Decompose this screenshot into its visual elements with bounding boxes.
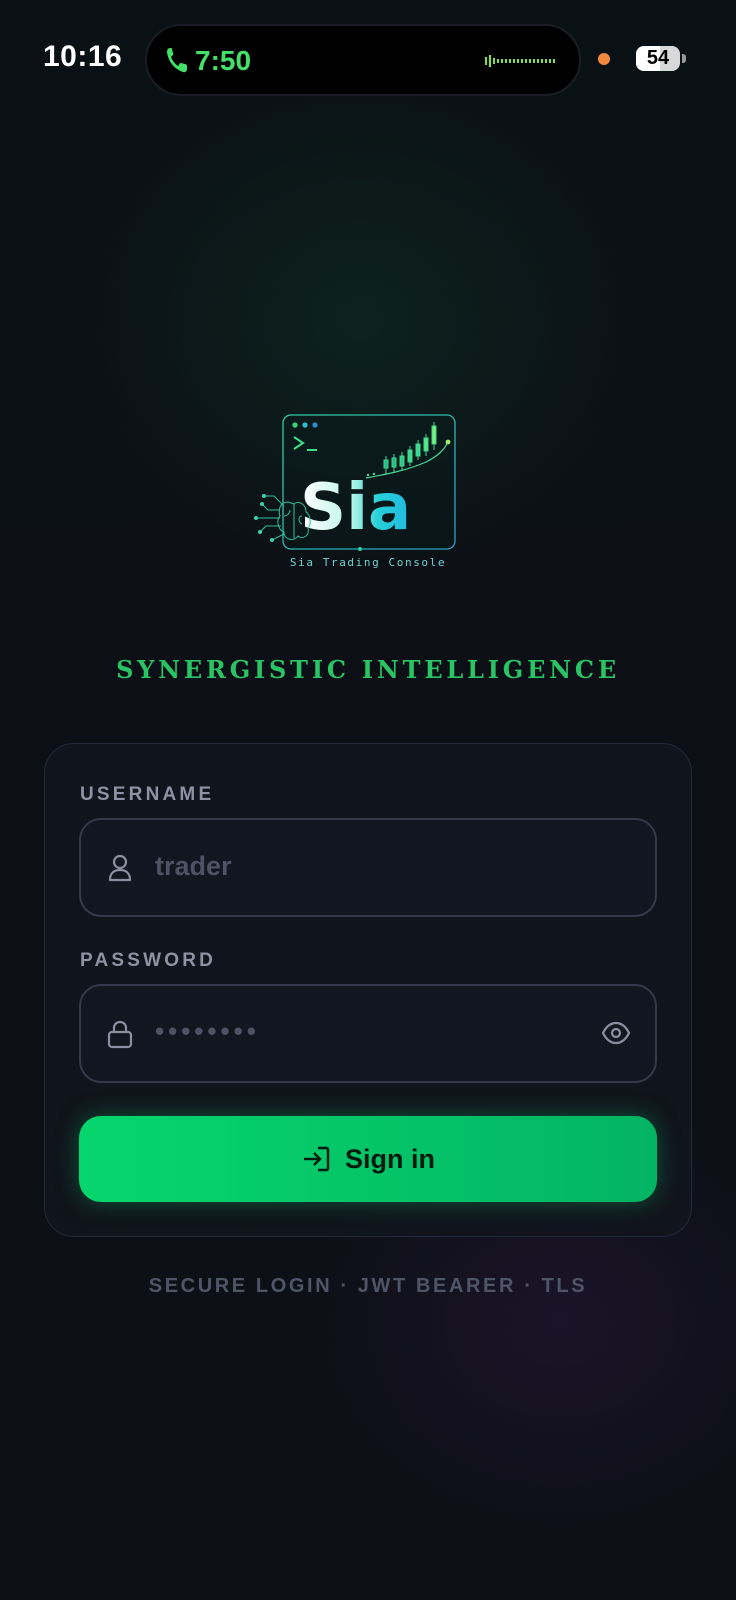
user-icon xyxy=(108,854,132,882)
brand-tagline: SYNERGISTIC INTELLIGENCE xyxy=(116,655,620,684)
username-input[interactable] xyxy=(155,851,575,882)
password-label: PASSWORD xyxy=(80,950,217,971)
dynamic-island-call[interactable]: 7:50 xyxy=(145,24,581,96)
password-field[interactable]: •••••••• xyxy=(79,984,657,1083)
sia-logo: Sia xyxy=(254,414,456,551)
privacy-indicator-dot xyxy=(598,53,610,65)
security-footer-note: SECURE LOGIN · JWT BEARER · TLS xyxy=(148,1275,588,1297)
status-time: 10:16 xyxy=(43,40,123,73)
lock-icon xyxy=(107,1020,133,1049)
battery-indicator: 54 xyxy=(636,46,680,71)
username-field[interactable] xyxy=(79,818,657,917)
username-label: USERNAME xyxy=(80,784,215,805)
battery-level: 54 xyxy=(646,47,670,69)
logo-caption: Sia Trading Console xyxy=(289,556,447,569)
phone-icon xyxy=(167,48,187,73)
sign-in-label: Sign in xyxy=(345,1143,435,1174)
sign-in-button[interactable]: Sign in xyxy=(79,1116,657,1202)
svg-text:Sia: Sia xyxy=(300,471,411,545)
sign-in-arrow-icon xyxy=(304,1146,330,1172)
eye-icon[interactable] xyxy=(601,1019,631,1047)
call-timer: 7:50 xyxy=(195,45,252,76)
login-card: USERNAME PASSWORD •••••••• xyxy=(44,743,692,1237)
password-input[interactable]: •••••••• xyxy=(155,1016,260,1047)
login-screen: 10:16 7:50 54 Sia Sia Trading Console SY… xyxy=(0,0,736,1600)
audio-waveform-icon xyxy=(485,55,555,67)
battery-cap xyxy=(682,54,686,63)
